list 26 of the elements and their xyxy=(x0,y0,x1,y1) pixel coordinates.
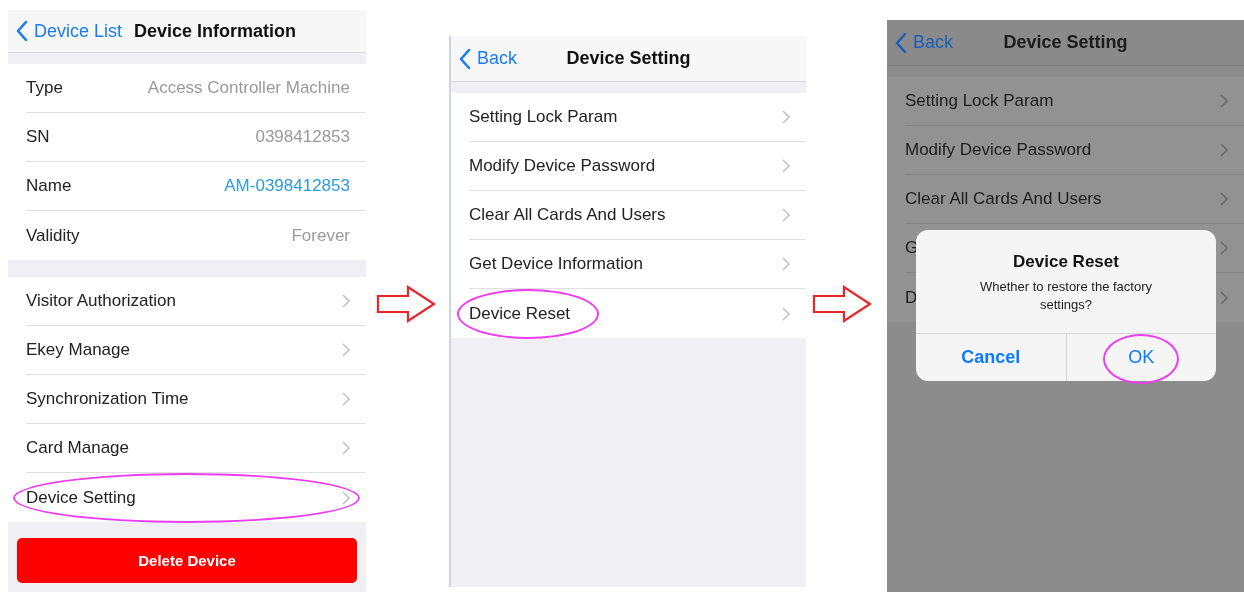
screen-title: Device Information xyxy=(134,20,297,42)
row-value: Forever xyxy=(291,225,350,246)
row-label: Visitor Authorization xyxy=(26,291,176,311)
row-label: Clear All Cards And Users xyxy=(905,189,1102,209)
row-value: 0398412853 xyxy=(255,127,350,147)
row-label: Device Reset xyxy=(469,303,571,324)
row-label: Get Device Information xyxy=(469,254,643,274)
row-label: Setting Lock Param xyxy=(469,107,618,127)
row-label: Ekey Manage xyxy=(26,340,130,360)
row-label: SN xyxy=(26,127,50,147)
row-label: Card Manage xyxy=(26,438,129,458)
dialog-title: Device Reset xyxy=(1012,251,1120,272)
dialog-message: Whether to restore the factory settings? xyxy=(979,278,1153,314)
row-label: Validity xyxy=(26,225,80,246)
row-label: Synchronization Time xyxy=(26,389,189,409)
row-label: Name xyxy=(26,176,72,196)
row-label: D xyxy=(905,287,918,308)
row-label: Device Setting xyxy=(26,487,136,508)
screen-title: Device Setting xyxy=(566,48,691,69)
screen-title: Device Setting xyxy=(1003,32,1128,53)
row-label: Setting Lock Param xyxy=(905,91,1054,111)
row-label: Modify Device Password xyxy=(905,140,1092,160)
row-label: Modify Device Password xyxy=(469,156,656,176)
row-label: Clear All Cards And Users xyxy=(469,205,666,225)
row-label: Type xyxy=(26,78,63,98)
row-value: Access Controller Machine xyxy=(147,78,350,98)
